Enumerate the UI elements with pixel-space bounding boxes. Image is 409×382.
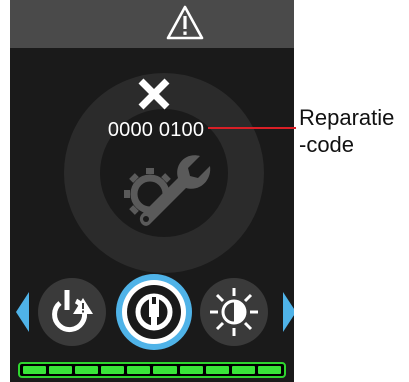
warning-triangle-icon [166, 5, 204, 40]
close-x-icon [138, 78, 170, 110]
brightness-icon [210, 288, 258, 336]
progress-segment [101, 366, 125, 374]
callout-label: Reparatie -code [299, 105, 395, 157]
progress-segment [49, 366, 73, 374]
progress-segment [75, 366, 99, 374]
progress-bar [18, 362, 286, 378]
progress-segment [153, 366, 177, 374]
progress-segment [231, 366, 255, 374]
progress-segment [127, 366, 151, 374]
progress-segment [179, 366, 203, 374]
status-bar [10, 0, 294, 48]
arrow-left-icon[interactable] [16, 292, 30, 332]
progress-segment [205, 366, 229, 374]
device-screen: 0000 0100 [10, 0, 294, 382]
progress-segment [257, 366, 281, 374]
arrow-right-icon[interactable] [282, 292, 294, 332]
progress-segment [23, 366, 47, 374]
brightness-button[interactable] [198, 276, 270, 348]
callout-line [208, 127, 296, 129]
gear-wrench-icon [124, 155, 211, 226]
power-warning-button[interactable] [36, 276, 108, 348]
error-code: 0000 0100 [107, 119, 205, 141]
service-button-selected[interactable] [114, 272, 194, 352]
